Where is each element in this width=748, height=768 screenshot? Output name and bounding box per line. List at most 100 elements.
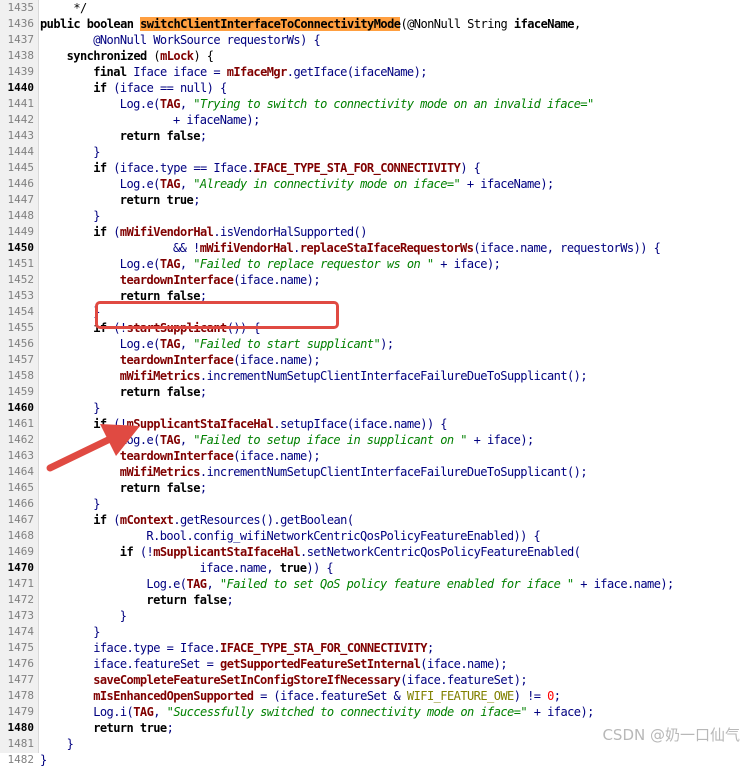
code-token: (iface == null) { [113, 81, 227, 95]
code-token: ; [553, 689, 561, 703]
code-token: TAG [159, 97, 181, 111]
code-token: mSupplicantStaIfaceHal [126, 417, 274, 431]
code-line: 1450 && !mWifiVendorHal.replaceStaIfaceRe… [0, 240, 748, 256]
line-number: 1480 [7, 721, 35, 734]
code-token: teardownInterface [119, 273, 234, 287]
code-line: 1476 iface.featureSet = getSupportedFeatu… [0, 656, 748, 672]
code-token: TAG [133, 705, 154, 719]
code-text: && !mWifiVendorHal.replaceStaIfaceReques… [173, 240, 661, 256]
code-line: 1445 if (iface.type == Iface.IFACE_TYPE_S… [0, 160, 748, 176]
code-token: ) != [513, 689, 548, 703]
line-number: 1438 [7, 49, 35, 62]
code-token: Iface iface = [133, 65, 227, 79]
code-token: .getIface(ifaceName); [286, 65, 428, 79]
code-editor[interactable]: 1435 */1436 public boolean switchClientIn… [0, 0, 748, 767]
code-token: .setupIface(iface.name)) { [273, 417, 447, 431]
code-token: ifaceName [513, 17, 575, 31]
code-token: "Failed to replace requestor ws on " [193, 257, 434, 271]
line-number: 1443 [7, 129, 35, 142]
line-number: 1455 [7, 321, 35, 334]
code-text: Log.e(TAG, "Failed to start supplicant")… [120, 336, 394, 352]
code-line: 1449 if (mWifiVendorHal.isVendorHalSuppor… [0, 224, 748, 240]
code-token: R.bool.config_wifiNetworkCentricQosPolic… [146, 529, 541, 543]
line-number: 1456 [7, 337, 35, 350]
code-token: ; [166, 721, 174, 735]
line-number: 1478 [7, 689, 35, 702]
line-number: 1452 [7, 273, 35, 286]
code-token: , [153, 705, 167, 719]
line-number: 1462 [7, 433, 35, 446]
code-text: Log.e(TAG, "Trying to switch to connecti… [120, 96, 594, 112]
code-token: if [93, 81, 114, 95]
code-text: return false; [146, 592, 233, 608]
code-token: + iface); [466, 433, 535, 447]
code-token: ; [193, 193, 200, 207]
code-text: return false; [120, 480, 207, 496]
code-token: WIFI_FEATURE_OWE [406, 689, 514, 703]
line-number: 1473 [7, 609, 35, 622]
code-token: Log.e( [119, 177, 161, 191]
line-number: 1448 [7, 209, 35, 222]
line-number: 1454 [7, 305, 35, 318]
code-token: , [179, 337, 194, 351]
code-text: iface.name, true)) { [200, 560, 334, 576]
code-token: ) { [460, 161, 481, 175]
code-token: . [293, 241, 300, 255]
code-text: } [40, 752, 47, 768]
code-text: teardownInterface(iface.name); [119, 272, 321, 288]
code-text: if (iface == null) { [93, 80, 227, 96]
code-token: if [93, 417, 114, 431]
code-token: ; [199, 129, 207, 143]
line-number: 1475 [7, 641, 35, 654]
code-text: Log.e(TAG, "Already in connectivity mode… [120, 176, 554, 192]
code-token: )) { [306, 561, 334, 575]
line-number: 1439 [7, 65, 35, 78]
code-token: && ! [173, 241, 200, 255]
code-token: teardownInterface [119, 353, 234, 367]
code-line: 1462 Log.e(TAG, "Failed to setup iface in… [0, 432, 748, 448]
code-line: 1478 mIsEnhancedOpenSupported = (iface.fe… [0, 688, 748, 704]
line-number: 1479 [7, 705, 35, 718]
code-token: } [66, 737, 74, 751]
line-number: 1470 [7, 561, 35, 574]
code-token: saveCompleteFeatureSetInConfigStoreIfNec… [93, 673, 401, 687]
code-token: mContext [119, 513, 174, 527]
line-number: 1437 [7, 33, 35, 46]
code-token: "Failed to start supplicant" [193, 337, 381, 351]
code-line: 1464 mWifiMetrics.incrementNumSetupClient… [0, 464, 748, 480]
code-line: 1458 mWifiMetrics.incrementNumSetupClient… [0, 368, 748, 384]
code-line: 1446 Log.e(TAG, "Already in connectivity … [0, 176, 748, 192]
code-token: synchronized [66, 49, 154, 63]
code-line: 1457 teardownInterface(iface.name); [0, 352, 748, 368]
code-text: if (!mSupplicantStaIfaceHal.setupIface(i… [93, 416, 447, 432]
code-line: 1473} [0, 608, 748, 624]
code-line: 1467 if (mContext.getResources().getBoole… [0, 512, 748, 528]
code-token: (! [113, 417, 127, 431]
code-text: if (iface.type == Iface.IFACE_TYPE_STA_F… [93, 160, 481, 176]
code-token: teardownInterface [119, 449, 234, 463]
code-line: 1472 return false; [0, 592, 748, 608]
code-line: 1461 if (!mSupplicantStaIfaceHal.setupIfa… [0, 416, 748, 432]
code-token: TAG [159, 257, 181, 271]
code-text: final Iface iface = mIfaceMgr.getIface(i… [93, 64, 427, 80]
code-text: if (!mSupplicantStaIfaceHal.setNetworkCe… [120, 544, 581, 560]
line-number: 1467 [7, 513, 35, 526]
code-token: (iface.featureSet); [400, 673, 528, 687]
code-line: 1444} [0, 144, 748, 160]
code-line: 1482} [0, 752, 748, 768]
code-line: 1443 return false; [0, 128, 748, 144]
code-token: switchClientInterfaceToConnectivityMode [140, 17, 401, 31]
code-token: Log.e( [119, 97, 161, 111]
code-line: 1437 @NonNull WorkSource requestorWs) { [0, 32, 748, 48]
code-token: + ifaceName); [173, 113, 260, 127]
code-text: } [93, 208, 100, 224]
code-line: 1447 return true; [0, 192, 748, 208]
line-number: 1476 [7, 657, 35, 670]
code-text: } [93, 496, 100, 512]
code-line: 1475 iface.type = Iface.IFACE_TYPE_STA_FO… [0, 640, 748, 656]
code-line: 1470 iface.name, true)) { [0, 560, 748, 576]
code-text: Log.e(TAG, "Failed to replace requestor … [120, 256, 501, 272]
code-line: 1477 saveCompleteFeatureSetInConfigStoreI… [0, 672, 748, 688]
code-token: "Already in connectivity mode on iface=" [193, 177, 461, 191]
code-token: iface.type = Iface. [93, 641, 221, 655]
